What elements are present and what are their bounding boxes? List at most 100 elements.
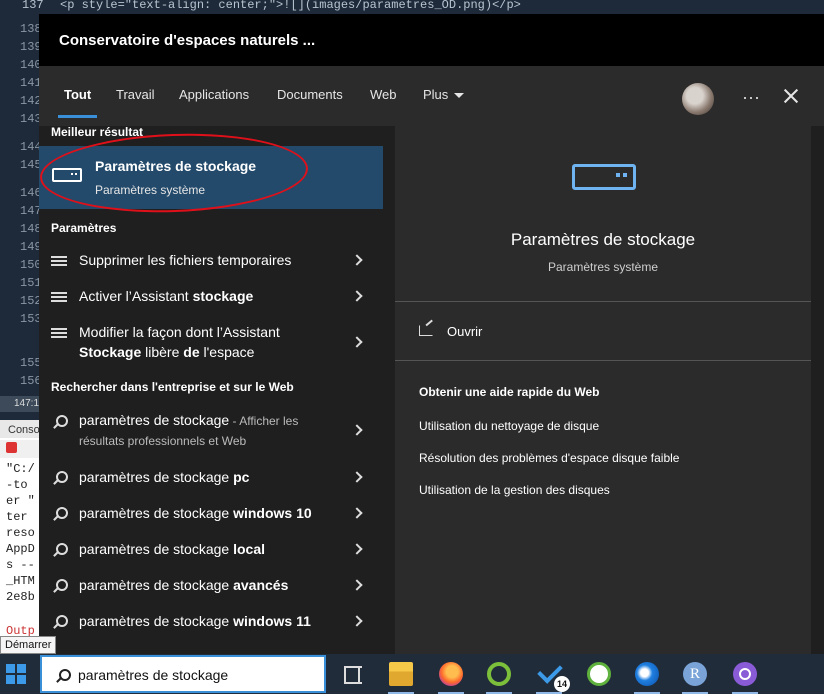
- chevron-right-icon: [351, 543, 363, 555]
- console-toolbar: [0, 440, 40, 458]
- settings-item-text: libère: [141, 344, 184, 360]
- chevron-right-icon: [351, 254, 363, 266]
- console-line: s --: [6, 558, 35, 572]
- divider: [395, 360, 811, 361]
- tab-all[interactable]: Tout: [57, 80, 98, 118]
- settings-item-storage-sense[interactable]: Activer l’Assistant stockage: [39, 286, 383, 310]
- open-icon: [419, 325, 433, 336]
- best-match-subtitle: Paramètres système: [95, 183, 206, 197]
- open-button[interactable]: Ouvrir: [447, 324, 482, 339]
- start-tooltip: Démarrer: [0, 636, 57, 654]
- help-link[interactable]: Résolution des problèmes d'espace disque…: [419, 451, 679, 465]
- tab-more[interactable]: Plus: [423, 80, 465, 110]
- task-view-icon[interactable]: [341, 662, 365, 686]
- github-desktop-icon[interactable]: [733, 662, 757, 686]
- web-result-item[interactable]: paramètres de stockage local: [39, 539, 383, 563]
- preview-title: Paramètres de stockage: [510, 230, 696, 249]
- web-result-bold: windows 11: [233, 613, 311, 629]
- r-app-icon[interactable]: R: [683, 662, 707, 686]
- qgis-icon[interactable]: [487, 662, 511, 686]
- windows-logo-icon: [6, 664, 15, 673]
- web-result-item[interactable]: paramètres de stockage avancés: [39, 575, 383, 599]
- web-result-text: paramètres de stockage: [79, 469, 234, 485]
- search-icon: [53, 543, 68, 556]
- best-match-item[interactable]: Paramètres de stockage Paramètres systèm…: [39, 146, 383, 209]
- preview-subtitle: Paramètres système: [547, 260, 659, 274]
- search-input[interactable]: [78, 665, 318, 685]
- more-options-button[interactable]: ···: [739, 86, 763, 108]
- web-result-item[interactable]: paramètres de stockage - Afficher les ré…: [39, 410, 383, 454]
- help-heading: Obtenir une aide rapide du Web: [419, 385, 600, 399]
- code-line: 137 <p style="text-align: center;">![](i…: [0, 0, 824, 14]
- tab-applications[interactable]: Applications: [179, 80, 249, 110]
- preview-pane: Paramètres de stockage Paramètres systèm…: [395, 126, 811, 654]
- console-line: reso: [6, 526, 35, 540]
- windows-logo-icon: [6, 675, 15, 684]
- web-result-bold: avancés: [233, 577, 289, 593]
- help-link[interactable]: Utilisation de la gestion des disques: [419, 483, 610, 497]
- yammer-icon[interactable]: [587, 662, 611, 686]
- settings-heading: Paramètres: [51, 221, 117, 235]
- record-icon: [6, 442, 17, 453]
- console-line: _HTM: [6, 574, 35, 588]
- notification-badge: 14: [554, 676, 570, 692]
- web-result-bold: windows 10: [233, 505, 312, 521]
- search-icon: [53, 415, 68, 428]
- settings-item-bold: stockage: [192, 288, 254, 304]
- settings-item-label: Supprimer les fichiers temporaires: [79, 250, 291, 270]
- search-icon: [53, 615, 68, 628]
- web-search-heading: Rechercher dans l'entreprise et sur le W…: [51, 380, 294, 394]
- web-result-text: paramètres de stockage: [79, 613, 234, 629]
- console-line: -to: [6, 478, 28, 492]
- start-button[interactable]: [6, 664, 26, 684]
- tab-more-label: Plus: [423, 87, 449, 102]
- storage-drive-icon: [52, 168, 82, 182]
- settings-item-delete-temp[interactable]: Supprimer les fichiers temporaires: [39, 250, 383, 274]
- web-result-dim: - Afficher les: [229, 414, 299, 428]
- console-line: "C:/: [6, 462, 35, 476]
- tab-work[interactable]: Travail: [116, 80, 155, 110]
- web-result-text: paramètres de stockage: [79, 577, 234, 593]
- web-result-line1: paramètres de stockage - Afficher les: [79, 410, 298, 431]
- best-match-title: Paramètres de stockage: [95, 158, 257, 174]
- edge-icon[interactable]: [635, 662, 659, 686]
- line-number: 137: [22, 0, 44, 12]
- web-result-item[interactable]: paramètres de stockage windows 11: [39, 611, 383, 635]
- chevron-right-icon: [351, 507, 363, 519]
- help-link[interactable]: Utilisation du nettoyage de disque: [419, 419, 599, 433]
- settings-item-modify-storage-sense[interactable]: Modifier la façon dont l’Assistant Stock…: [39, 322, 383, 366]
- file-explorer-icon[interactable]: [389, 662, 413, 686]
- web-result-bold: pc: [233, 469, 250, 485]
- tab-documents[interactable]: Documents: [277, 80, 343, 110]
- settings-item-bold: de: [183, 344, 200, 360]
- storage-drive-icon: [572, 164, 636, 190]
- editor-status: 147:1: [0, 396, 40, 412]
- settings-list-icon: [51, 292, 67, 302]
- search-icon: [53, 507, 68, 520]
- console-tab[interactable]: Conso: [0, 420, 40, 438]
- results-list: Meilleur résultat Paramètres de stockage…: [38, 125, 383, 654]
- chevron-right-icon: [351, 471, 363, 483]
- web-result-item[interactable]: paramètres de stockage windows 10: [39, 503, 383, 527]
- windows-logo-icon: [17, 675, 26, 684]
- web-result-label: paramètres de stockage - Afficher les ré…: [79, 410, 298, 451]
- chevron-right-icon: [351, 336, 363, 348]
- avatar[interactable]: [682, 83, 714, 115]
- close-button[interactable]: [779, 84, 803, 108]
- console-line: ter: [6, 510, 28, 524]
- taskbar-search-box[interactable]: [40, 655, 326, 693]
- divider: [395, 301, 811, 302]
- panel-titlebar: Conservatoire d'espaces naturels ...: [39, 14, 824, 66]
- web-result-bold: local: [233, 541, 265, 557]
- console-line: er ": [6, 494, 35, 508]
- firefox-icon[interactable]: [439, 662, 463, 686]
- console-line: AppD: [6, 542, 35, 556]
- tab-web[interactable]: Web: [370, 80, 397, 110]
- web-result-item[interactable]: paramètres de stockage pc: [39, 467, 383, 491]
- chevron-right-icon: [351, 615, 363, 627]
- code-text: <p style="text-align: center;">![](image…: [60, 0, 521, 12]
- web-result-label: paramètres de stockage windows 10: [79, 503, 312, 523]
- web-result-text: paramètres de stockage: [79, 541, 234, 557]
- chevron-down-icon: [454, 93, 465, 99]
- settings-item-text: Supprimer les fichiers temporaires: [79, 252, 292, 268]
